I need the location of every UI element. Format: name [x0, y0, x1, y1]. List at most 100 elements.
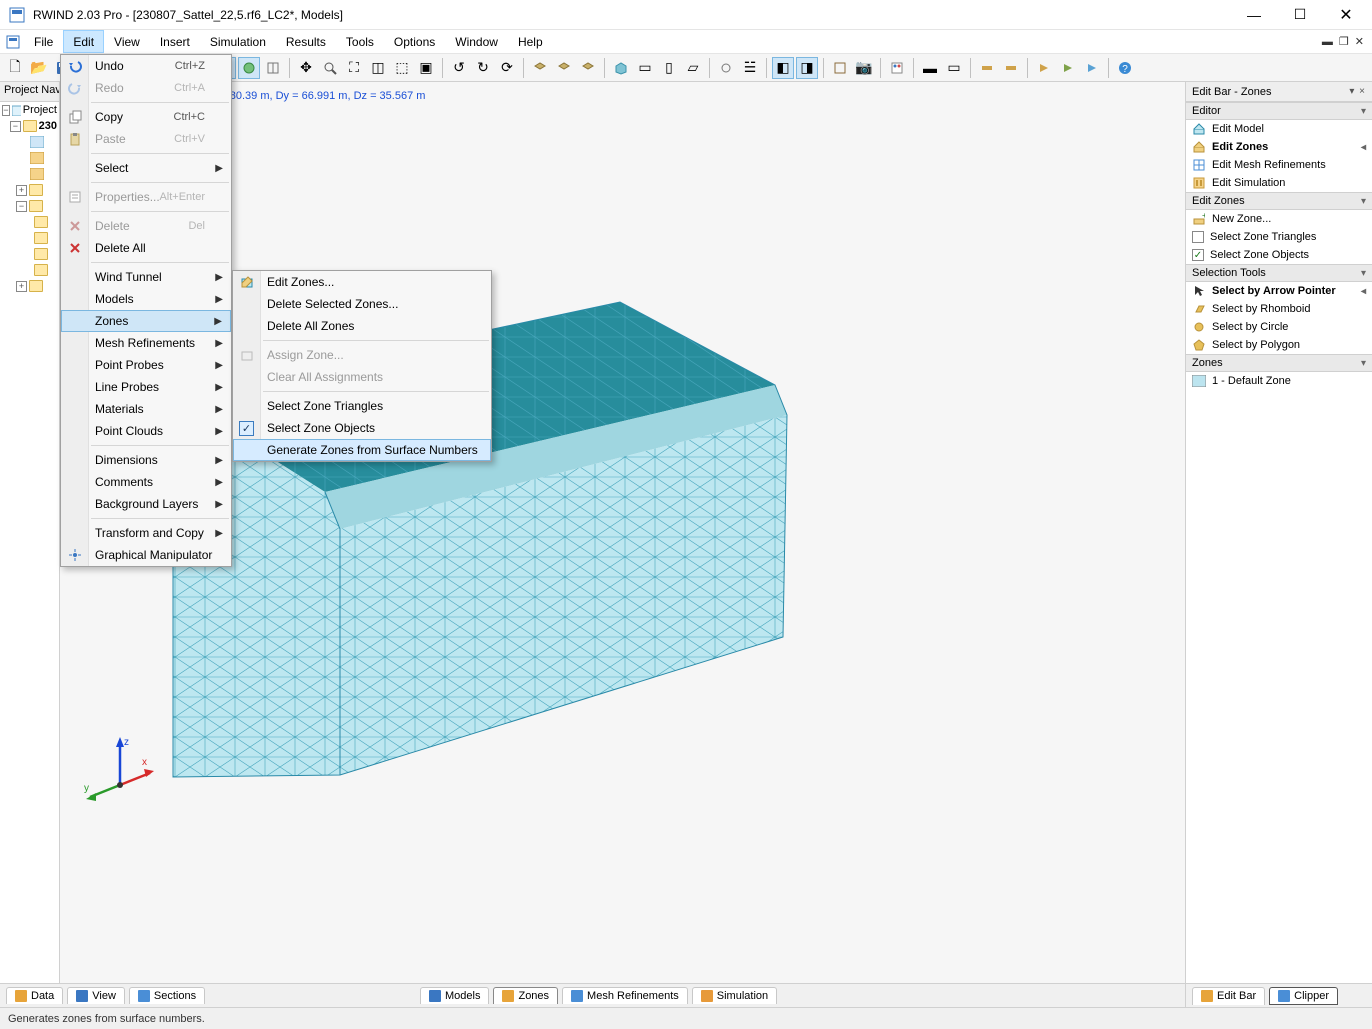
snap-1-icon[interactable]: ◧: [772, 57, 794, 79]
isoview-2-icon[interactable]: [553, 57, 575, 79]
menu-item-wind-tunnel[interactable]: Wind Tunnel▶: [61, 266, 231, 288]
maximize-button[interactable]: ☐: [1277, 0, 1323, 30]
right-tab-edit-bar[interactable]: Edit Bar: [1192, 987, 1265, 1005]
submenu-item-select-zone-triangles[interactable]: Select Zone Triangles: [233, 395, 491, 417]
menu-help[interactable]: Help: [508, 30, 553, 53]
navigator-tab-data[interactable]: Data: [6, 987, 63, 1004]
project-root-row[interactable]: − Project: [0, 102, 59, 118]
viewport-tab-zones[interactable]: Zones: [493, 987, 558, 1004]
rotate-ccw-icon[interactable]: ↺: [448, 57, 470, 79]
editbar-item-edit-zones[interactable]: Edit Zones◂: [1186, 138, 1372, 156]
close-button[interactable]: ✕: [1323, 0, 1369, 30]
menu-item-transform-and-copy[interactable]: Transform and Copy▶: [61, 522, 231, 544]
panel-pin-icon[interactable]: ▾ ×: [1349, 86, 1366, 97]
menu-item-materials[interactable]: Materials▶: [61, 398, 231, 420]
editbar-item-edit-model[interactable]: Edit Model: [1186, 120, 1372, 138]
right-tab-clipper[interactable]: Clipper: [1269, 987, 1338, 1005]
play-a-icon[interactable]: [1033, 57, 1055, 79]
menu-item-point-probes[interactable]: Point Probes▶: [61, 354, 231, 376]
tree-row[interactable]: [0, 214, 59, 230]
menu-item-copy[interactable]: CopyCtrl+C: [61, 106, 231, 128]
hide-icon[interactable]: ▬: [919, 57, 941, 79]
menu-item-dimensions[interactable]: Dimensions▶: [61, 449, 231, 471]
menu-view[interactable]: View: [104, 30, 150, 53]
menu-window[interactable]: Window: [445, 30, 508, 53]
fit-selection-icon[interactable]: ⬚: [391, 57, 413, 79]
submenu-item-delete-all-zones[interactable]: Delete All Zones: [233, 315, 491, 337]
play-b-icon[interactable]: [1057, 57, 1079, 79]
mdi-minimize-button[interactable]: ▬: [1322, 36, 1333, 48]
submenu-item-select-zone-objects[interactable]: ✓Select Zone Objects: [233, 417, 491, 439]
menu-item-zones[interactable]: Zones▶: [61, 310, 231, 332]
fit-window-icon[interactable]: ◫: [367, 57, 389, 79]
snap-2-icon[interactable]: ◨: [796, 57, 818, 79]
toggle-b-icon[interactable]: [1000, 57, 1022, 79]
editbar-item-edit-mesh-refinements[interactable]: Edit Mesh Refinements: [1186, 156, 1372, 174]
front-view-icon[interactable]: ▭: [634, 57, 656, 79]
tree-row[interactable]: +: [0, 182, 59, 198]
cube-view-icon[interactable]: [610, 57, 632, 79]
editbar-item-new-zone[interactable]: +New Zone...: [1186, 210, 1372, 228]
tree-collapse-icon[interactable]: −: [2, 105, 10, 116]
editbar-item-edit-simulation[interactable]: Edit Simulation: [1186, 174, 1372, 192]
tree-row[interactable]: [0, 134, 59, 150]
minimize-button[interactable]: —: [1231, 0, 1277, 30]
tree-row[interactable]: [0, 262, 59, 278]
editbar-item-select-by-circle[interactable]: Select by Circle: [1186, 318, 1372, 336]
project-child-row[interactable]: − 230: [0, 118, 59, 134]
checkbox[interactable]: ✓: [1192, 249, 1204, 261]
view-mode-4-icon[interactable]: [238, 57, 260, 79]
tree-row[interactable]: [0, 230, 59, 246]
edit-zones-group-header[interactable]: Edit Zones▾: [1186, 192, 1372, 210]
viewport-tab-mesh-refinements[interactable]: Mesh Refinements: [562, 987, 688, 1004]
new-file-icon[interactable]: 🗋: [4, 57, 26, 79]
tree-row[interactable]: [0, 246, 59, 262]
menu-item-line-probes[interactable]: Line Probes▶: [61, 376, 231, 398]
visibility-icon[interactable]: [715, 57, 737, 79]
top-view-icon[interactable]: ▱: [682, 57, 704, 79]
isoview-3-icon[interactable]: [577, 57, 599, 79]
toggle-a-icon[interactable]: [976, 57, 998, 79]
mdi-close-button[interactable]: ✕: [1355, 35, 1364, 48]
editbar-item-select-by-polygon[interactable]: Select by Polygon: [1186, 336, 1372, 354]
isoview-1-icon[interactable]: [529, 57, 551, 79]
rotate-cw-icon[interactable]: ↻: [472, 57, 494, 79]
side-view-icon[interactable]: ▯: [658, 57, 680, 79]
palette-icon[interactable]: [886, 57, 908, 79]
viewport-tab-simulation[interactable]: Simulation: [692, 987, 777, 1004]
tree-row[interactable]: [0, 150, 59, 166]
layers-icon[interactable]: ☱: [739, 57, 761, 79]
editbar-item-default-zone[interactable]: 1 - Default Zone: [1186, 372, 1372, 390]
zoom-in-icon[interactable]: [319, 57, 341, 79]
clip-icon[interactable]: [829, 57, 851, 79]
show-icon[interactable]: ▭: [943, 57, 965, 79]
submenu-item-edit-zones[interactable]: Edit Zones...: [233, 271, 491, 293]
menu-item-comments[interactable]: Comments▶: [61, 471, 231, 493]
menu-tools[interactable]: Tools: [336, 30, 384, 53]
tree-collapse-icon[interactable]: −: [10, 121, 21, 132]
menu-item-models[interactable]: Models▶: [61, 288, 231, 310]
selection-tools-group-header[interactable]: Selection Tools▾: [1186, 264, 1372, 282]
fit-icon[interactable]: ⛶: [343, 57, 365, 79]
editbar-item-select-zone-triangles[interactable]: Select Zone Triangles: [1186, 228, 1372, 246]
pan-icon[interactable]: ✥: [295, 57, 317, 79]
menu-simulation[interactable]: Simulation: [200, 30, 276, 53]
tree-expand-icon[interactable]: +: [16, 185, 27, 196]
tree-row[interactable]: +: [0, 278, 59, 294]
submenu-item-delete-selected-zones[interactable]: Delete Selected Zones...: [233, 293, 491, 315]
zones-group-header[interactable]: Zones▾: [1186, 354, 1372, 372]
tree-row[interactable]: −: [0, 198, 59, 214]
mdi-restore-button[interactable]: ❐: [1339, 35, 1349, 48]
tree-collapse-icon[interactable]: −: [16, 201, 27, 212]
menu-item-delete-all[interactable]: Delete All: [61, 237, 231, 259]
editbar-item-select-zone-objects[interactable]: ✓Select Zone Objects: [1186, 246, 1372, 264]
checkbox[interactable]: [1192, 231, 1204, 243]
menu-item-point-clouds[interactable]: Point Clouds▶: [61, 420, 231, 442]
menu-file[interactable]: File: [24, 30, 63, 53]
menu-item-undo[interactable]: UndoCtrl+Z: [61, 55, 231, 77]
tree-row[interactable]: [0, 166, 59, 182]
menu-item-mesh-refinements[interactable]: Mesh Refinements▶: [61, 332, 231, 354]
menu-item-graphical-manipulator[interactable]: Graphical Manipulator: [61, 544, 231, 566]
editbar-item-select-by-rhomboid[interactable]: Select by Rhomboid: [1186, 300, 1372, 318]
fit-extent-icon[interactable]: ▣: [415, 57, 437, 79]
